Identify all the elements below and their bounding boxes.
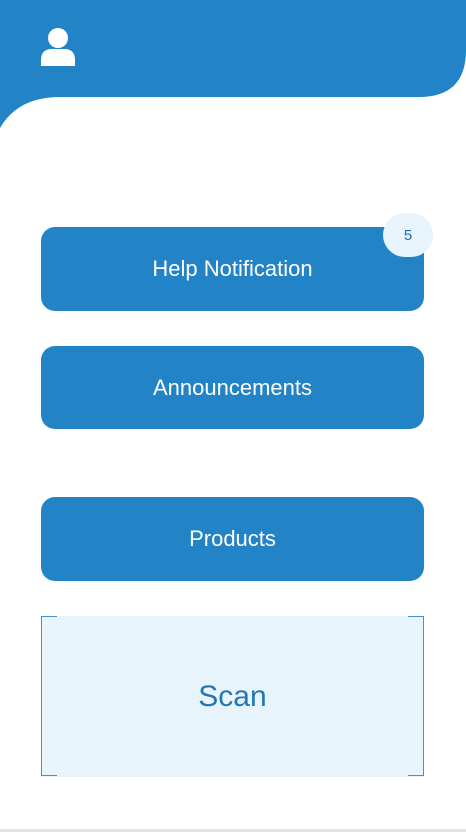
scan-button[interactable]: Scan xyxy=(41,616,424,777)
user-icon xyxy=(41,28,75,66)
products-label: Products xyxy=(189,526,276,551)
scan-frame-left-bracket xyxy=(41,616,57,776)
notification-count-badge: 5 xyxy=(383,213,433,257)
products-button[interactable]: Products xyxy=(41,497,424,581)
scan-label: Scan xyxy=(198,679,267,713)
help-notification-label: Help Notification xyxy=(152,256,313,281)
badge-count: 5 xyxy=(403,226,413,244)
announcements-button[interactable]: Announcements xyxy=(41,346,424,429)
announcements-label: Announcements xyxy=(153,374,312,400)
help-notification-button[interactable]: Help Notification xyxy=(41,227,424,311)
scan-frame-right-bracket xyxy=(408,616,424,776)
avatar[interactable] xyxy=(38,24,78,68)
